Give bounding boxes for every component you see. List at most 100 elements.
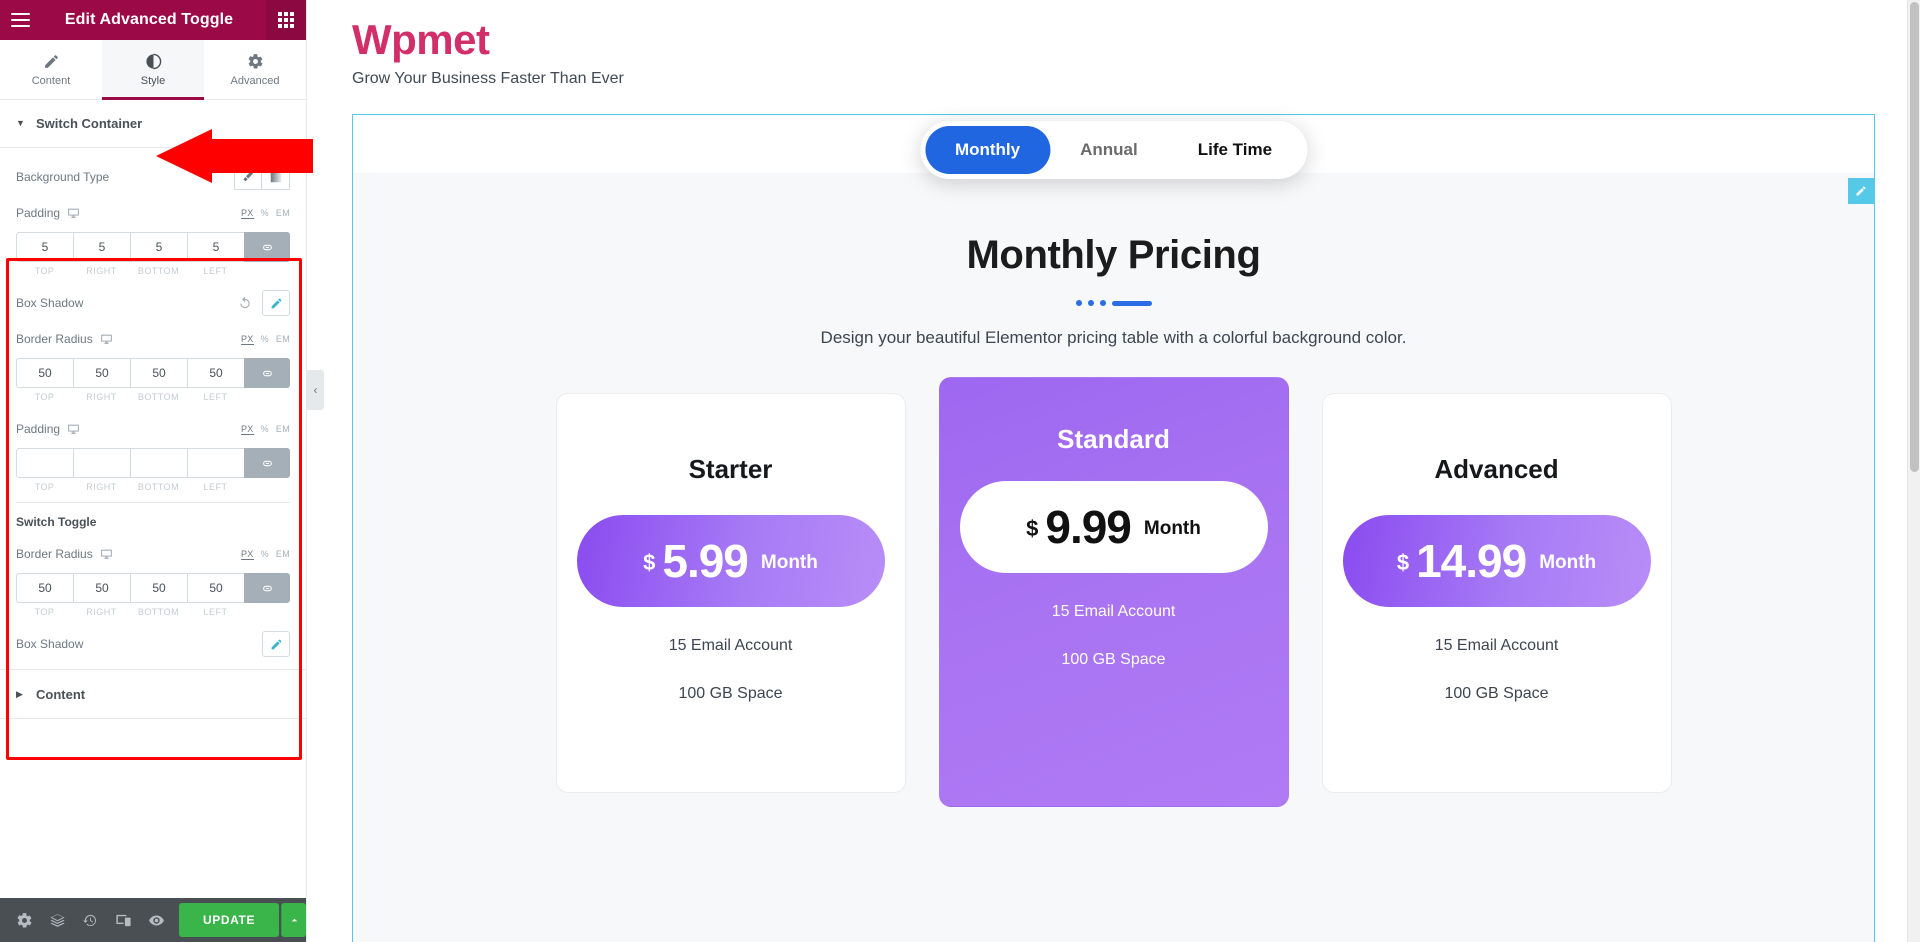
radius-top-input[interactable]: 50	[16, 358, 73, 388]
unit-em[interactable]: EM	[276, 549, 290, 559]
dot	[1075, 300, 1082, 307]
radius-top-input[interactable]: 50	[16, 573, 73, 603]
panel-header: Edit Advanced Toggle	[0, 0, 306, 40]
unit-switcher: PX % EM	[240, 549, 290, 560]
price-period: Month	[1539, 552, 1597, 574]
padding-bottom-input[interactable]: 5	[130, 232, 187, 262]
panel-footer: UPDATE	[0, 898, 306, 942]
desktop-icon[interactable]	[67, 423, 80, 436]
price-period: Month	[760, 552, 818, 574]
tab-content[interactable]: Content	[0, 40, 102, 99]
control-box-shadow-2: Box Shadow	[16, 627, 290, 661]
card-feature: 100 GB Space	[1061, 651, 1166, 669]
radius-right-input[interactable]: 50	[73, 573, 130, 603]
section-body-switch-container: Background Type Padding PX % EM 5 5 5 5 …	[0, 148, 306, 669]
switch-item-monthly[interactable]: Monthly	[924, 126, 1051, 175]
elementor-editor: Edit Advanced Toggle Content Style Advan…	[0, 0, 1920, 942]
responsive-devices-icon[interactable]	[107, 898, 140, 942]
radius-bottom-input[interactable]: 50	[130, 573, 187, 603]
label-left: LEFT	[203, 482, 228, 492]
unit-px[interactable]: PX	[240, 549, 254, 560]
radius-bottom-input[interactable]: 50	[130, 358, 187, 388]
settings-gear-icon[interactable]	[8, 898, 41, 942]
unit-px[interactable]: PX	[240, 424, 254, 435]
radius-right-input[interactable]: 50	[73, 358, 130, 388]
switch-item-lifetime[interactable]: Life Time	[1168, 126, 1302, 174]
link-values-icon[interactable]	[244, 358, 290, 388]
switch-item-annual[interactable]: Annual	[1050, 126, 1168, 174]
padding-inputs-2	[16, 448, 290, 478]
paint-brush-icon[interactable]	[234, 164, 262, 190]
padding-left-input[interactable]: 5	[187, 232, 244, 262]
dot	[1099, 300, 1106, 307]
control-padding-1: Padding PX % EM	[16, 196, 290, 230]
panel-collapse-handle[interactable]: ‹	[307, 370, 324, 410]
card-price: $ 14.99 Month	[1342, 515, 1651, 608]
control-label: Box Shadow	[16, 296, 84, 310]
history-clock-icon[interactable]	[74, 898, 107, 942]
unit-em[interactable]: EM	[276, 208, 290, 218]
control-label: Padding	[16, 206, 80, 220]
padding-top-input[interactable]: 5	[16, 232, 73, 262]
tab-style-label: Style	[140, 74, 166, 87]
pricing-body: Monthly Pricing Design your beautiful El…	[353, 173, 1874, 942]
divider-bar	[1111, 300, 1152, 306]
padding-bottom-input[interactable]	[130, 448, 187, 478]
price-period: Month	[1143, 518, 1201, 540]
page-scrollbar[interactable]	[1907, 0, 1920, 942]
price-amount: 14.99	[1416, 535, 1527, 588]
label-bottom: BOTTOM	[137, 482, 180, 492]
pricing-card-standard: Standard $ 9.99 Month 15 Email Account 1…	[938, 377, 1289, 808]
link-values-icon[interactable]	[244, 573, 290, 603]
desktop-icon[interactable]	[100, 548, 113, 561]
section-header-switch-container[interactable]: ▼ Switch Container	[0, 100, 306, 148]
desktop-icon[interactable]	[67, 207, 80, 220]
unit-em[interactable]: EM	[276, 334, 290, 344]
unit-em[interactable]: EM	[276, 424, 290, 434]
card-feature: 100 GB Space	[678, 685, 783, 703]
padding-labels-1: TOP RIGHT BOTTOM LEFT	[16, 262, 290, 276]
radius-left-input[interactable]: 50	[187, 358, 244, 388]
unit-percent[interactable]: %	[261, 424, 269, 434]
section-header-content[interactable]: ▶ Content	[0, 670, 306, 718]
chevron-up-icon[interactable]	[281, 903, 306, 937]
padding-left-input[interactable]	[187, 448, 244, 478]
pencil-icon[interactable]	[262, 290, 290, 316]
control-border-radius-2: Border Radius PX % EM	[16, 537, 290, 571]
unit-px[interactable]: PX	[240, 334, 254, 345]
update-button[interactable]: UPDATE	[179, 903, 280, 937]
title-divider-dots	[353, 300, 1874, 307]
card-price: $ 5.99 Month	[576, 515, 885, 608]
background-type-buttons	[234, 164, 290, 190]
grid-apps-icon[interactable]	[266, 0, 306, 40]
unit-percent[interactable]: %	[261, 208, 269, 218]
navigator-layers-icon[interactable]	[41, 898, 74, 942]
card-feature: 15 Email Account	[1051, 603, 1176, 621]
currency-symbol: $	[1396, 550, 1410, 576]
unit-percent[interactable]: %	[261, 549, 269, 559]
desktop-icon[interactable]	[100, 333, 113, 346]
label-left: LEFT	[203, 266, 228, 276]
scrollbar-thumb[interactable]	[1910, 2, 1919, 472]
padding-top-input[interactable]	[16, 448, 73, 478]
editor-panel: Edit Advanced Toggle Content Style Advan…	[0, 0, 307, 942]
reset-icon[interactable]	[234, 292, 256, 314]
radius-left-input[interactable]: 50	[187, 573, 244, 603]
tab-style[interactable]: Style	[102, 40, 204, 100]
gradient-icon[interactable]	[262, 164, 290, 190]
padding-right-input[interactable]	[73, 448, 130, 478]
link-values-icon[interactable]	[244, 232, 290, 262]
switch-container: Monthly Annual Life Time	[919, 121, 1308, 180]
site-brand: Wpmet	[352, 16, 490, 63]
padding-right-input[interactable]: 5	[73, 232, 130, 262]
unit-percent[interactable]: %	[261, 334, 269, 344]
card-title: Advanced	[1434, 454, 1559, 485]
label-top: TOP	[34, 266, 55, 276]
unit-px[interactable]: PX	[240, 208, 254, 219]
link-values-icon[interactable]	[244, 448, 290, 478]
pencil-icon[interactable]	[262, 631, 290, 657]
section-edit-pencil-icon[interactable]	[1848, 178, 1874, 205]
preview-eye-icon[interactable]	[140, 898, 173, 942]
tab-advanced[interactable]: Advanced	[204, 40, 306, 99]
label-right: RIGHT	[86, 392, 117, 402]
